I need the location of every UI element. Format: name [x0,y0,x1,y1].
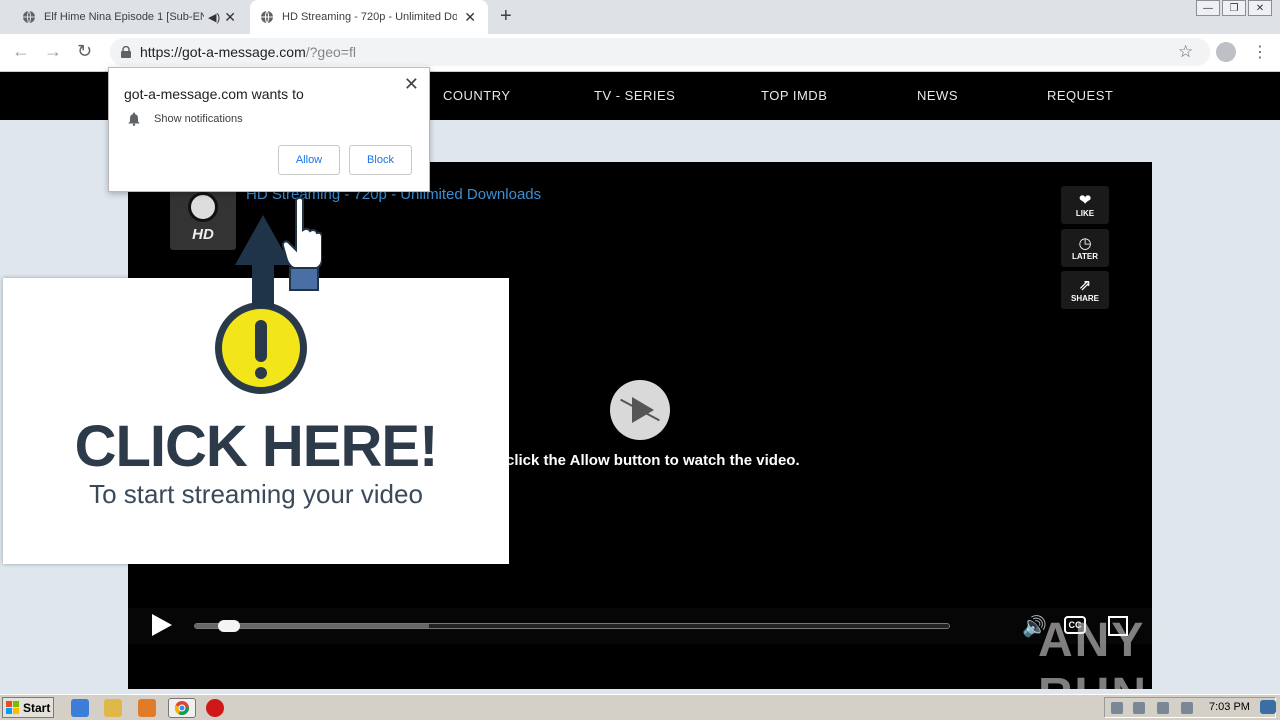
exclamation-dot [255,367,267,379]
new-tab-button[interactable]: + [500,5,512,28]
network-icon[interactable] [1133,702,1145,714]
play-icon[interactable] [152,614,172,636]
big-play-button[interactable] [610,380,670,440]
globe-icon [261,10,273,24]
ad-subline: To start streaming your video [89,479,423,509]
bell-icon [128,112,140,126]
audio-icon[interactable]: ◀) [208,11,220,24]
later-button[interactable]: ◷ LATER [1061,229,1109,267]
film-reel-icon [188,192,218,222]
flag-icon[interactable] [1181,702,1193,714]
tab-elf-hime[interactable]: Elf Hime Nina Episode 1 [Sub-EN ◀) ✕ [12,0,248,34]
nav-country[interactable]: COUNTRY [443,88,511,103]
bookmark-star-icon[interactable]: ☆ [1178,42,1193,62]
close-tab-icon[interactable]: ✕ [224,9,236,26]
close-tab-icon[interactable]: ✕ [464,9,476,26]
nav-tv-series[interactable]: TV - SERIES [594,88,675,103]
up-arrow-shaft [252,262,274,308]
nav-news[interactable]: NEWS [917,88,958,103]
exclamation-bar [255,320,267,362]
media-player-icon[interactable] [138,699,156,717]
clock[interactable]: 7:03 PM [1209,701,1250,713]
close-icon[interactable]: ✕ [404,74,419,95]
globe-icon [23,10,35,24]
show-desktop-icon[interactable] [1260,700,1276,714]
chrome-icon [174,701,189,715]
reload-icon[interactable]: ↻ [77,41,92,62]
hd-logo-text: HD [192,226,214,243]
internet-explorer-icon[interactable] [71,699,89,717]
windows-flag-icon [6,700,19,714]
close-window-button[interactable]: ✕ [1248,0,1272,16]
restore-button[interactable]: ❐ [1222,0,1246,16]
account-avatar-icon[interactable] [1216,42,1236,62]
ad-headline: CLICK HERE! [74,414,439,479]
exclamation-icon [215,302,307,394]
lock-icon[interactable] [120,46,132,58]
minimize-button[interactable]: — [1196,0,1220,16]
nav-top-imdb[interactable]: TOP IMDB [761,88,827,103]
permission-label: Show notifications [154,113,243,125]
tray-arrow-icon[interactable] [1111,702,1123,714]
nav-request[interactable]: REQUEST [1047,88,1113,103]
notification-permission-popup: got-a-message.com wants to ✕ Show notifi… [108,67,430,192]
share-icon: ⇗ [1078,276,1092,294]
speaker-icon[interactable] [1157,702,1169,714]
start-label: Start [23,700,51,715]
clock-icon: ◷ [1078,234,1092,252]
url-host: https://got-a-message.com [140,44,306,60]
hd-logo: HD [170,186,236,250]
forward-arrow-icon[interactable]: → [44,41,62,62]
tab-title: Elf Hime Nina Episode 1 [Sub-EN [44,11,204,23]
pointing-hand-icon [282,196,322,291]
popup-origin: got-a-message.com wants to [124,86,304,102]
menu-dots-icon[interactable]: ⋮ [1252,42,1268,62]
tab-strip: Elf Hime Nina Episode 1 [Sub-EN ◀) ✕ HD … [0,0,1280,34]
chrome-taskbar-button[interactable] [168,698,196,718]
tab-hd-streaming[interactable]: HD Streaming - 720p - Unlimited Dow ✕ [250,0,488,34]
heart-icon: ❤ [1078,191,1092,209]
share-label: SHARE [1070,293,1099,303]
tab-title: HD Streaming - 720p - Unlimited Dow [282,11,457,23]
progress-knob[interactable] [217,620,240,632]
windows-taskbar: Start 7:03 PM [0,694,1280,720]
system-tray: 7:03 PM [1104,697,1276,718]
like-button[interactable]: ❤ LIKE [1061,186,1109,224]
allow-button[interactable]: Allow [278,145,340,175]
folder-icon[interactable] [104,699,122,717]
progress-bar[interactable] [194,620,950,632]
block-button[interactable]: Block [349,145,412,175]
player-controls: 🔊 CC [128,608,1152,644]
opera-icon[interactable] [206,699,224,717]
click-here-ad[interactable]: CLICK HERE! To start streaming your vide… [3,278,509,564]
address-bar[interactable]: https://got-a-message.com/?geo=fl [110,38,1210,66]
url-path: /?geo=fl [305,44,356,60]
like-label: LIKE [1075,208,1095,218]
window-controls: — ❐ ✕ [1196,0,1272,16]
start-button[interactable]: Start [2,697,54,718]
back-arrow-icon[interactable]: ← [12,41,30,62]
video-message: click the Allow button to watch the vide… [506,452,800,469]
share-button[interactable]: ⇗ SHARE [1061,271,1109,309]
later-label: LATER [1071,251,1099,261]
